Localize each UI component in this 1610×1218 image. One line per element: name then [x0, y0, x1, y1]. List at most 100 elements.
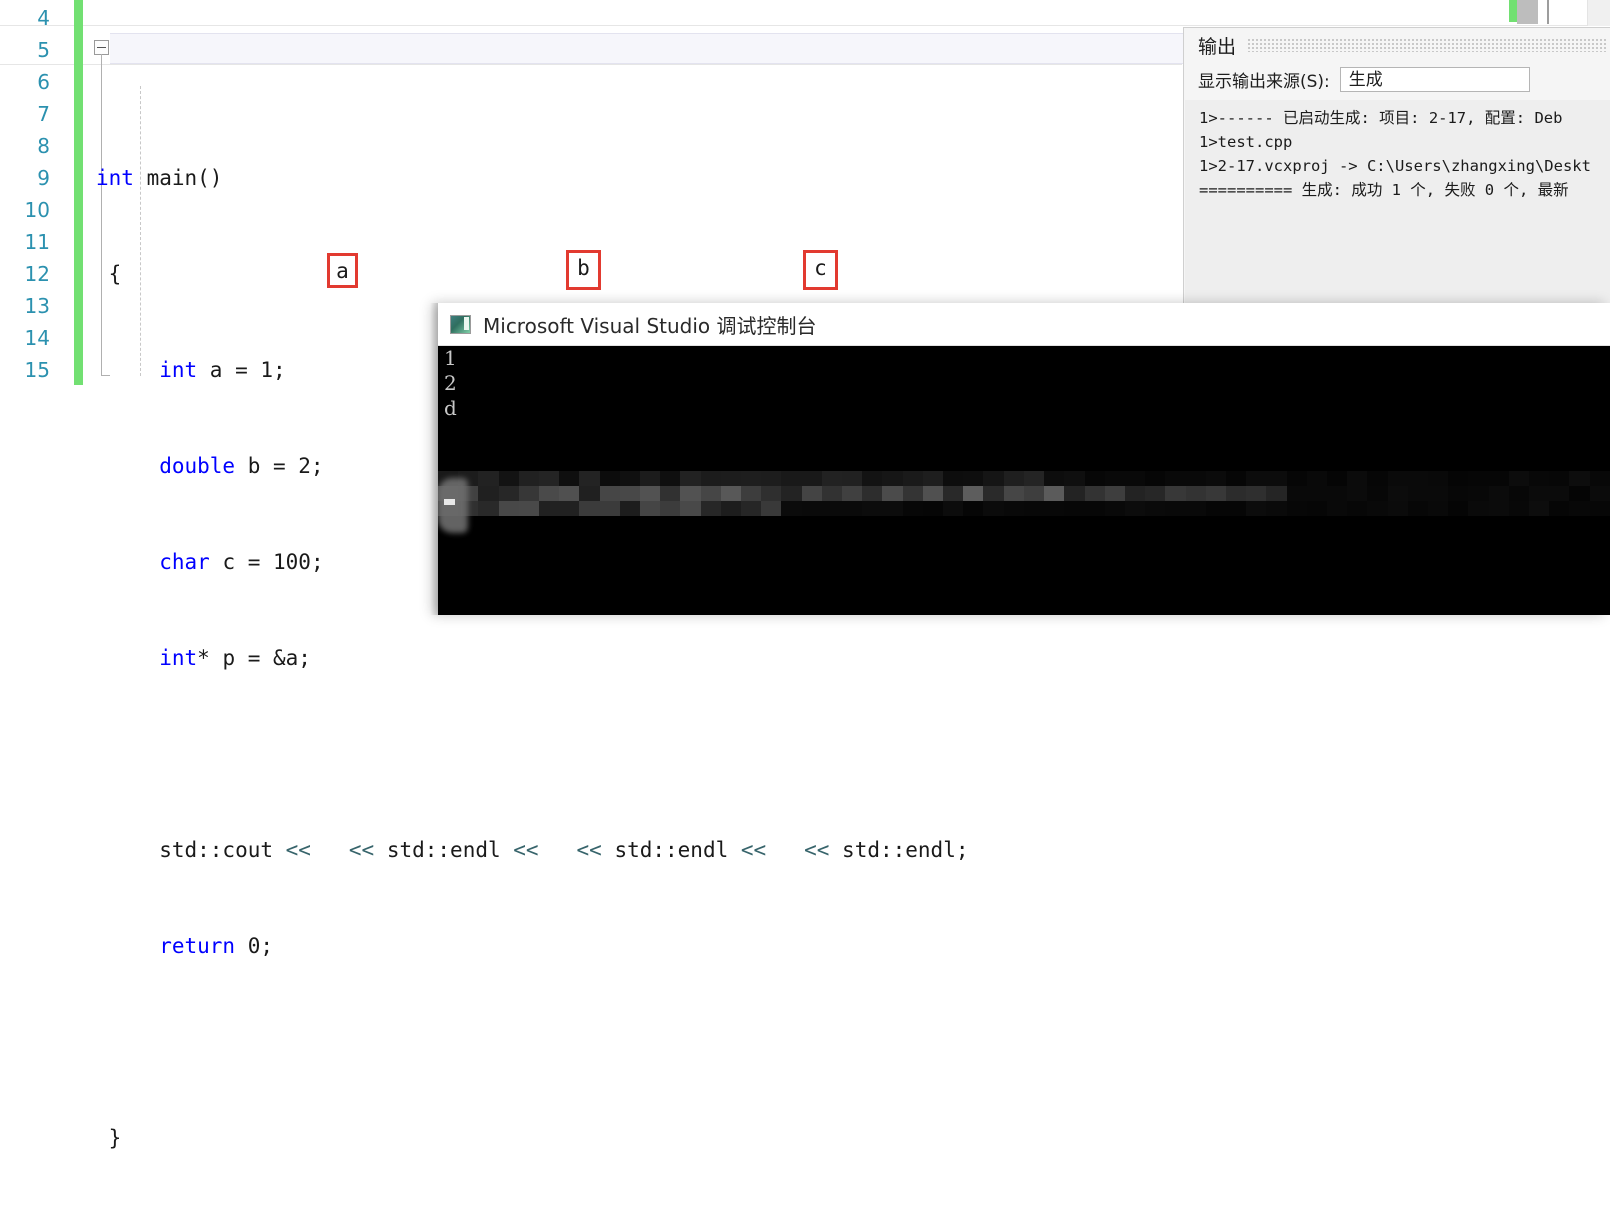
- keyword-return: return: [159, 934, 236, 958]
- redacted-cell: [518, 501, 540, 516]
- redacted-cell: [1225, 486, 1247, 501]
- code-line-10[interactable]: int* p = &a;: [96, 642, 968, 674]
- code-line-13[interactable]: return 0;: [96, 930, 968, 962]
- keyword-int: int: [159, 358, 198, 382]
- redacted-cell: [1246, 501, 1267, 516]
- line-number: 6: [37, 70, 50, 94]
- redacted-cell: [1064, 486, 1085, 501]
- redacted-cell: [680, 486, 701, 501]
- redacted-cell: [498, 486, 519, 501]
- redacted-cell: [619, 471, 641, 486]
- redacted-cell: [1347, 471, 1368, 486]
- redacted-cell: [862, 486, 883, 501]
- output-line: ========== 生成: 成功 1 个, 失败 0 个, 最新: [1199, 181, 1569, 199]
- output-panel-toolbar[interactable]: 显示输出来源(S): 生成: [1184, 62, 1610, 96]
- brace-close: }: [108, 1126, 122, 1150]
- redacted-cell: [761, 486, 782, 501]
- redacted-cell: [1528, 501, 1550, 516]
- redacted-cell: [539, 471, 560, 486]
- redacted-cell: [983, 471, 1004, 486]
- redacted-cell: [720, 471, 742, 486]
- redacted-cell: [1145, 486, 1166, 501]
- redacted-cell: [680, 501, 701, 516]
- drag-grip-icon[interactable]: [1248, 38, 1606, 52]
- highlighted-variable-a: a: [336, 259, 349, 283]
- redacted-cell: [559, 501, 580, 516]
- debug-console-window[interactable]: Microsoft Visual Studio 调试控制台 1 2 d: [430, 303, 1610, 615]
- redacted-cell: [902, 486, 923, 501]
- code-line-4[interactable]: [96, 66, 968, 98]
- redacted-cell: [579, 486, 600, 501]
- redacted-cell: [1427, 501, 1449, 516]
- return-value: 0;: [235, 934, 274, 958]
- redacted-cell: [498, 501, 519, 516]
- redacted-cell: [1003, 471, 1024, 486]
- redacted-row: [438, 486, 1610, 501]
- declaration-b: b = 2;: [235, 454, 324, 478]
- redacted-cell: [1387, 501, 1408, 516]
- console-line: 1: [444, 346, 457, 370]
- redacted-cell: [1387, 486, 1408, 501]
- redacted-cell: [1185, 471, 1206, 486]
- redacted-cell: [1145, 471, 1166, 486]
- redacted-cell: [1367, 471, 1388, 486]
- redacted-cell: [1044, 486, 1065, 501]
- scrollbar-thumb[interactable]: [1517, 0, 1538, 24]
- editor-vertical-scrollbar[interactable]: [1587, 0, 1610, 26]
- redacted-cell: [720, 486, 742, 501]
- redacted-cell: [761, 501, 782, 516]
- console-titlebar[interactable]: Microsoft Visual Studio 调试控制台: [438, 303, 1610, 346]
- code-line-11[interactable]: [96, 738, 968, 770]
- redacted-cell: [1306, 486, 1327, 501]
- redacted-cell: [1488, 471, 1509, 486]
- redacted-cell: [1326, 486, 1348, 501]
- output-source-dropdown[interactable]: 生成: [1339, 66, 1530, 92]
- redacted-cell: [1367, 501, 1388, 516]
- redacted-cell: [1266, 501, 1287, 516]
- redacted-cell: [1407, 501, 1428, 516]
- redacted-cell: [821, 486, 843, 501]
- redacted-cell: [1165, 471, 1186, 486]
- redacted-cell: [943, 486, 964, 501]
- redacted-cell: [1468, 501, 1489, 516]
- code-line-15[interactable]: }: [96, 1122, 968, 1154]
- output-panel-titlebar[interactable]: 输出: [1184, 28, 1610, 62]
- redacted-cell: [1084, 486, 1105, 501]
- redacted-cell: [498, 471, 519, 486]
- redacted-cell: [539, 501, 560, 516]
- redacted-cell: [680, 471, 701, 486]
- redacted-cell: [963, 486, 984, 501]
- redacted-cell: [1589, 486, 1610, 501]
- redacted-cell: [1266, 471, 1287, 486]
- shift-operator: <<: [348, 838, 375, 862]
- redacted-cell: [1225, 501, 1247, 516]
- redaction-overlay-handle: [438, 478, 468, 533]
- redacted-cell: [640, 501, 661, 516]
- redacted-cell: [1266, 486, 1287, 501]
- redacted-cell: [1165, 486, 1186, 501]
- redacted-cell: [1124, 471, 1146, 486]
- redacted-cell: [1387, 471, 1408, 486]
- output-panel-body[interactable]: 1>------ 已启动生成: 项目: 2-17, 配置: Deb 1>test…: [1185, 100, 1610, 303]
- code-line-14[interactable]: [96, 1026, 968, 1058]
- redacted-cell: [1246, 471, 1267, 486]
- redacted-cell: [1023, 501, 1045, 516]
- redacted-cell: [1225, 471, 1247, 486]
- redacted-cell: [1569, 486, 1590, 501]
- redacted-cell: [1185, 501, 1206, 516]
- code-line-5[interactable]: int main(): [96, 162, 968, 194]
- code-line-12[interactable]: std::cout << << std::endl << << std::end…: [96, 834, 968, 866]
- output-tool-window[interactable]: 输出 显示输出来源(S): 生成 1>------ 已启动生成: 项目: 2-1…: [1183, 27, 1610, 303]
- console-output-area[interactable]: 1 2 d: [438, 346, 1610, 615]
- line-number: 10: [24, 198, 50, 222]
- redacted-cell: [902, 501, 923, 516]
- redacted-cell: [1104, 471, 1125, 486]
- redacted-cell: [1064, 501, 1085, 516]
- highlighted-variable-c: c: [814, 256, 827, 280]
- shift-operator: <<: [576, 838, 602, 862]
- redacted-cell: [579, 471, 600, 486]
- redacted-cell: [1104, 501, 1125, 516]
- output-line: 1>------ 已启动生成: 项目: 2-17, 配置: Deb: [1199, 109, 1563, 127]
- redacted-cell: [1468, 471, 1489, 486]
- redacted-cell: [660, 501, 681, 516]
